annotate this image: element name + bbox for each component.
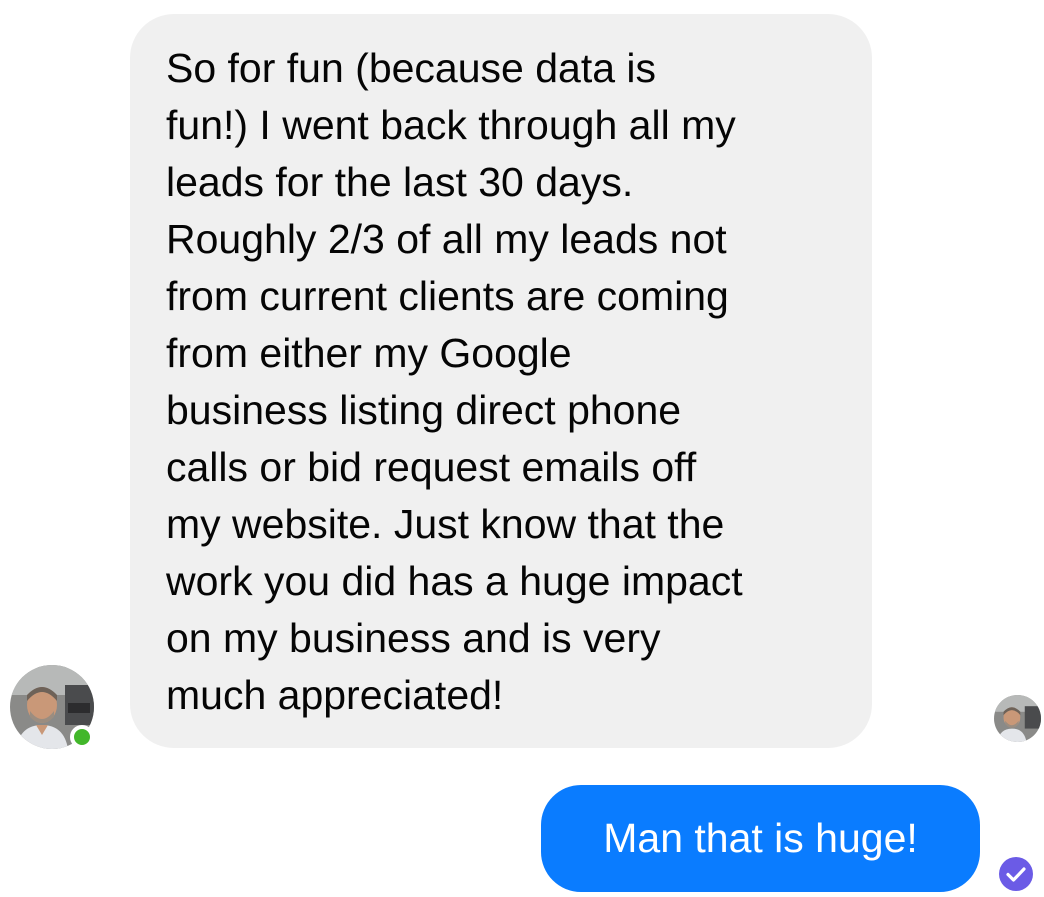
incoming-message-bubble[interactable]: So for fun (because data is fun!) I went… — [130, 14, 872, 748]
checkmark-circle-icon — [998, 856, 1034, 892]
incoming-message-text: So for fun (because data is fun!) I went… — [166, 45, 743, 718]
sender-avatar[interactable] — [10, 665, 94, 749]
outgoing-message-text: Man that is huge! — [603, 815, 918, 861]
online-status-dot — [70, 725, 94, 749]
seen-avatar-image — [994, 695, 1041, 742]
outgoing-message-bubble[interactable]: Man that is huge! — [541, 785, 980, 892]
seen-by-avatar — [994, 695, 1041, 742]
